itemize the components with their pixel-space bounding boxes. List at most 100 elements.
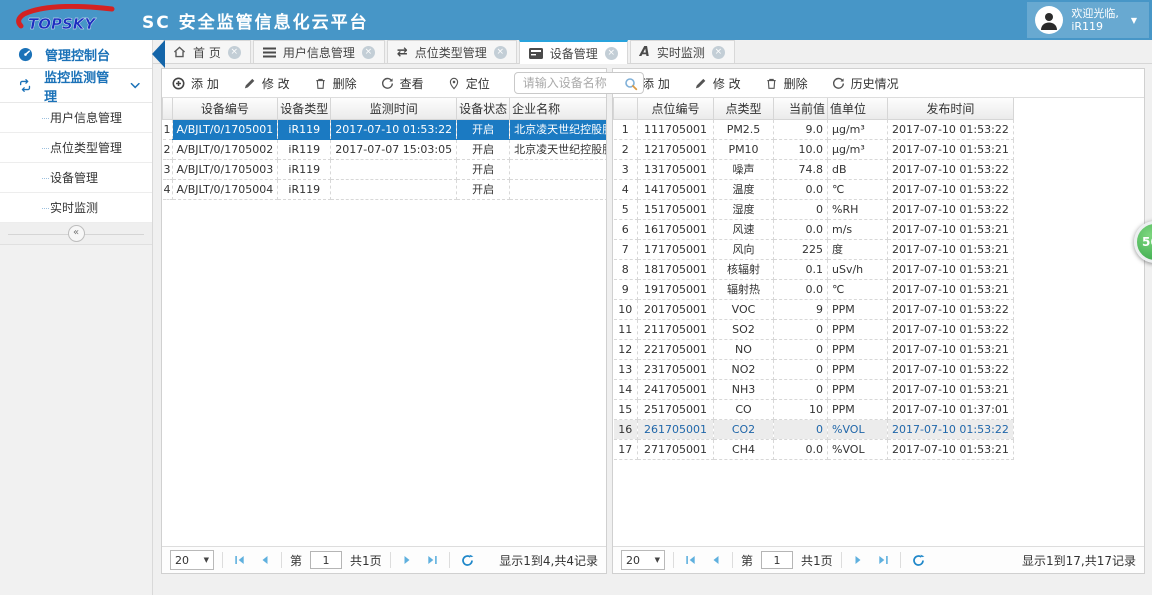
column-header[interactable]: 发布时间 [887,98,1014,120]
add-button[interactable]: 添 加 [172,75,219,92]
reload-icon[interactable] [909,554,928,567]
plus-circle-icon [172,77,185,89]
first-page-button[interactable] [231,555,248,565]
table-row[interactable]: 7 171705001 风向 225 度 2017-07-10 01:53:21 [613,239,1014,260]
records-summary: 显示1到4,共4记录 [499,553,598,568]
device-search [513,72,644,95]
refresh-icon [381,77,393,89]
tab-home[interactable]: 首 页 × [163,40,251,63]
sidebar-item-realtime[interactable]: 实时监测 [0,193,152,223]
column-header[interactable]: 企业名称 [509,98,606,120]
chevron-down-icon [130,82,140,88]
point-table-body: 1 111705001 PM2.5 9.0 μg/m³ 2017-07-10 01:53:… [613,119,1014,460]
column-header[interactable]: 当前值 [773,98,828,120]
table-row[interactable]: 14 241705001 NH3 0 PPM 2017-07-10 01:53:21 [613,379,1014,400]
page-label: 第 [290,553,303,568]
next-page-button[interactable] [850,555,867,565]
tab-realtime[interactable]: A 实时监测 × [629,40,735,63]
select-caret-icon: ▼ [654,556,660,564]
topsky-logo: TOPSKY [12,3,124,36]
sidebar-item-console[interactable]: 管理控制台 [0,40,152,69]
table-row[interactable]: 13 231705001 NO2 0 PPM 2017-07-10 01:53:22 [613,359,1014,380]
close-icon[interactable]: × [711,45,725,59]
delete-button[interactable]: 删除 [765,75,808,92]
locate-button[interactable]: 定位 [448,75,490,92]
table-row[interactable]: 3 131705001 噪声 74.8 dB 2017-07-10 01:53:22 [613,159,1014,180]
table-row[interactable]: 1 A/BJLT/0/1705001 iR119 2017-07-10 01:53:2… [162,119,606,140]
table-row[interactable]: 2 A/BJLT/0/1705002 iR119 2017-07-07 15:03:0… [162,139,606,160]
sidebar-collapse[interactable]: « [0,223,152,245]
column-header[interactable]: 值单位 [827,98,888,120]
search-icon[interactable] [624,76,638,95]
sidebar-item-user-info[interactable]: 用户信息管理 [0,103,152,133]
trash-icon [766,78,776,89]
edit-button[interactable]: 修 改 [694,75,741,92]
page-label: 第 [741,553,754,568]
table-row[interactable]: 6 161705001 风速 0.0 m/s 2017-07-10 01:53:21 [613,219,1014,240]
close-icon[interactable]: × [361,45,375,59]
tab-bar: 首 页 × 用户信息管理 × ⇄ 点位类型管理 × 设备管理 × A 实时监测 … [153,40,1152,64]
last-page-button[interactable] [875,555,892,565]
table-row[interactable]: 8 181705001 核辐射 0.1 uSv/h 2017-07-10 01:53:21 [613,259,1014,280]
prev-page-button[interactable] [256,555,273,565]
page-size-select[interactable]: 20 ▼ [170,550,214,570]
swap-icon: ⇄ [396,44,408,60]
column-header[interactable]: 设备类型 [277,98,332,120]
table-row[interactable]: 12 221705001 NO 0 PPM 2017-07-10 01:53:21 [613,339,1014,360]
table-row[interactable]: 4 A/BJLT/0/1705004 iR119 开启 [162,179,606,200]
table-row[interactable]: 15 251705001 CO 10 PPM 2017-07-10 01:37:01 [613,399,1014,420]
last-page-button[interactable] [424,555,441,565]
table-row[interactable]: 9 191705001 辐射热 0.0 ℃ 2017-07-10 01:53:21 [613,279,1014,300]
column-header[interactable]: 点位编号 [637,98,714,120]
top-header: TOPSKY SC 安全监管信息化云平台 欢迎光临, iR119 ▼ [0,0,1152,40]
user-menu[interactable]: 欢迎光临, iR119 ▼ [1027,2,1149,38]
delete-button[interactable]: 删除 [314,75,357,92]
page-number-input[interactable] [310,551,343,569]
sidebar-item-point-type[interactable]: 点位类型管理 [0,133,152,163]
view-button[interactable]: 查看 [381,75,424,92]
table-row[interactable]: 5 151705001 湿度 0 %RH 2017-07-10 01:53:22 [613,199,1014,220]
table-row[interactable]: 4 141705001 温度 0.0 ℃ 2017-07-10 01:53:22 [613,179,1014,200]
sync-icon [19,79,31,92]
column-header[interactable]: 点类型 [713,98,774,120]
page-title: SC 安全监管信息化云平台 [142,12,369,33]
table-row[interactable]: 10 201705001 VOC 9 PPM 2017-07-10 01:53:22 [613,299,1014,320]
tab-point-type[interactable]: ⇄ 点位类型管理 × [386,40,517,63]
tab-user-info[interactable]: 用户信息管理 × [252,40,385,63]
close-icon[interactable]: × [604,46,618,60]
table-row[interactable]: 16 261705001 CO2 0 %VOL 2017-07-10 01:53:22 [613,419,1014,440]
logo-text: TOPSKY [28,15,97,33]
column-header[interactable]: 设备编号 [171,98,279,120]
sidebar-item-device-mgmt[interactable]: 设备管理 [0,163,152,193]
tab-device-mgmt[interactable]: 设备管理 × [518,40,628,64]
pencil-icon [695,78,706,88]
close-icon[interactable]: × [493,45,507,59]
sidebar: 管理控制台 监控监测管理 用户信息管理 点位类型管理 设备管理 实时监测 « [0,40,165,595]
records-summary: 显示1到17,共17记录 [1022,553,1136,568]
table-row[interactable]: 17 271705001 CH4 0.0 %VOL 2017-07-10 01:53:21 [613,439,1014,460]
next-page-button[interactable] [399,555,416,565]
table-row[interactable]: 3 A/BJLT/0/1705003 iR119 开启 [162,159,606,180]
point-toolbar: 添 加 修 改 删除 历史情况 [613,69,1144,98]
table-row[interactable]: 2 121705001 PM10 10.0 μg/m³ 2017-07-10 01:53:… [613,139,1014,160]
device-pager: 20 ▼ 第 共1页 显示1到4,共4记录 [162,546,606,573]
page-number-input[interactable] [761,551,794,569]
close-icon[interactable]: × [227,45,241,59]
edit-button[interactable]: 修 改 [243,75,290,92]
sidebar-group-monitoring[interactable]: 监控监测管理 [0,69,152,105]
table-row[interactable]: 11 211705001 SO2 0 PPM 2017-07-10 01:53:22 [613,319,1014,340]
page-size-select[interactable]: 20 ▼ [621,550,665,570]
device-table-header: 设备编号 设备类型 监测时间 设备状态 企业名称 [162,98,606,120]
prev-page-button[interactable] [707,555,724,565]
first-page-button[interactable] [682,555,699,565]
sidebar-filler [0,245,152,595]
reload-icon[interactable] [458,554,477,567]
history-button[interactable]: 历史情况 [832,75,899,92]
column-header[interactable]: 设备状态 [456,98,511,120]
menu-icon [262,47,276,58]
total-pages: 共1页 [801,553,833,568]
table-row[interactable]: 1 111705001 PM2.5 9.0 μg/m³ 2017-07-10 01:53:… [613,119,1014,140]
column-header[interactable]: 监测时间 [330,98,458,120]
device-icon [528,47,543,59]
sidebar-console-label: 管理控制台 [45,48,111,64]
